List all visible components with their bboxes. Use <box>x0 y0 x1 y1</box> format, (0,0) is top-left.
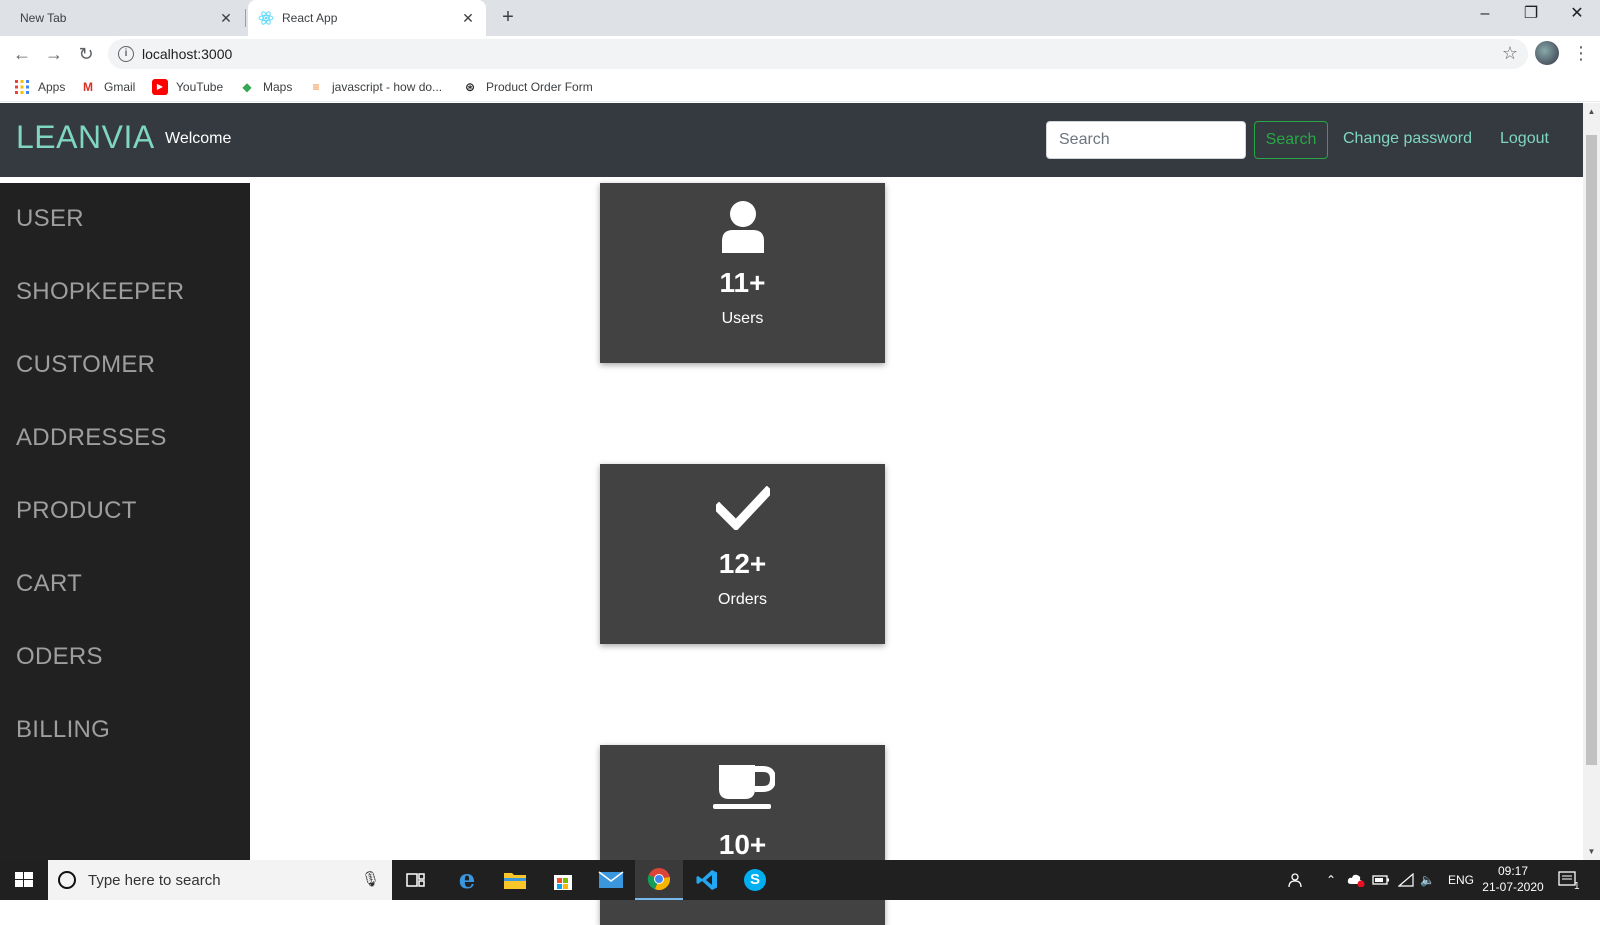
wifi-icon[interactable] <box>1398 860 1414 900</box>
sidebar-item-addresses[interactable]: ADDRESSES <box>16 424 167 452</box>
windows-logo-icon <box>15 872 33 887</box>
app-navbar: LEANVIA Welcome Search Change password L… <box>0 103 1583 177</box>
orders-label: Orders <box>718 591 767 608</box>
bookmark-label: Gmail <box>104 80 136 94</box>
volume-icon[interactable]: 🔈 <box>1420 860 1435 900</box>
youtube-icon: ▶ <box>152 79 168 95</box>
bookmark-label: javascript - how do... <box>332 80 443 94</box>
users-card[interactable]: 11+ Users <box>600 183 885 363</box>
sidebar-item-customer[interactable]: CUSTOMER <box>16 351 155 379</box>
tab-title: New Tab <box>20 11 67 25</box>
user-icon <box>600 201 885 253</box>
search-button[interactable]: Search <box>1254 121 1328 159</box>
close-tab-icon[interactable]: ✕ <box>460 10 476 26</box>
sidebar: USER SHOPKEEPER CUSTOMER ADDRESSES PRODU… <box>0 183 250 860</box>
battery-icon[interactable] <box>1372 860 1390 900</box>
browser-tab-strip: New Tab ✕ React App ✕ + – ❐ ✕ <box>0 0 1600 36</box>
sidebar-item-product[interactable]: PRODUCT <box>16 497 137 525</box>
people-icon[interactable] <box>1288 860 1304 900</box>
bookmark-label: Product Order Form <box>486 80 593 94</box>
browser-toolbar: ← → ↻ i localhost:3000 ☆ ⋮ <box>0 36 1600 72</box>
search-input[interactable] <box>1046 121 1246 159</box>
users-count: 11+ <box>719 267 766 298</box>
maps-icon: ◆ <box>242 80 252 94</box>
skype-icon[interactable]: S <box>731 860 779 900</box>
mail-icon[interactable] <box>587 860 635 900</box>
logout-link[interactable]: Logout <box>1500 130 1549 148</box>
show-hidden-icons-chevron-icon[interactable]: ⌃ <box>1326 860 1336 900</box>
edge-icon[interactable]: e <box>443 860 491 900</box>
profile-avatar[interactable] <box>1535 41 1559 65</box>
vscode-icon[interactable] <box>683 860 731 900</box>
bookmark-label: Maps <box>263 80 293 94</box>
scrollbar-thumb[interactable] <box>1586 135 1597 765</box>
page-scrollbar[interactable]: ▲ ▼ <box>1583 103 1600 860</box>
scroll-up-icon[interactable]: ▲ <box>1583 103 1600 120</box>
notification-count: 1 <box>1574 880 1580 892</box>
cloud-error-icon[interactable] <box>1347 860 1365 900</box>
bookmark-maps[interactable]: ◆ Maps <box>239 76 292 98</box>
forward-arrow-icon[interactable]: → <box>42 42 66 66</box>
checkmark-icon <box>600 482 885 534</box>
bookmark-label: Apps <box>38 80 66 94</box>
coffee-cup-icon <box>600 763 885 815</box>
minimize-icon[interactable]: – <box>1462 0 1508 30</box>
sidebar-item-user[interactable]: USER <box>16 205 84 233</box>
reload-icon[interactable]: ↻ <box>74 42 98 66</box>
sidebar-item-shopkeeper[interactable]: SHOPKEEPER <box>16 278 184 306</box>
restore-icon[interactable]: ❐ <box>1508 0 1554 30</box>
bookmark-javascript[interactable]: ≡ javascript - how do... <box>308 76 442 98</box>
url-text[interactable]: localhost:3000 <box>142 46 232 62</box>
browser-menu-icon[interactable]: ⋮ <box>1572 41 1590 65</box>
site-info-icon[interactable]: i <box>118 46 134 62</box>
form-icon: ⊛ <box>464 80 476 94</box>
orders-card[interactable]: 12+ Orders <box>600 464 885 644</box>
windows-start-button[interactable] <box>0 860 48 900</box>
tab-react-app[interactable]: React App ✕ <box>248 0 486 36</box>
language-indicator[interactable]: ENG <box>1448 860 1474 900</box>
microphone-icon[interactable]: 🎙 <box>361 870 380 888</box>
bookmarks-bar: Apps M Gmail ▶ YouTube ◆ Maps ≡ javascri… <box>0 72 1600 102</box>
store-icon[interactable] <box>539 860 587 900</box>
bookmark-gmail[interactable]: M Gmail <box>80 76 135 98</box>
react-logo-icon <box>258 11 274 25</box>
orders-count: 12+ <box>718 548 767 579</box>
bookmark-star-icon[interactable]: ☆ <box>1502 43 1518 64</box>
sidebar-item-cart[interactable]: CART <box>16 570 82 598</box>
taskbar-search-placeholder: Type here to search <box>88 872 221 889</box>
brand-logo[interactable]: LEANVIA <box>16 119 155 156</box>
close-window-icon[interactable]: ✕ <box>1554 0 1600 30</box>
close-tab-icon[interactable]: ✕ <box>218 10 234 26</box>
stackoverflow-icon: ≡ <box>312 80 320 94</box>
products-count: 10+ <box>718 829 767 860</box>
change-password-link[interactable]: Change password <box>1343 130 1472 148</box>
taskbar-clock[interactable]: 09:17 21-07-2020 <box>1478 863 1548 895</box>
task-view-icon[interactable] <box>392 860 440 900</box>
apps-grid-icon <box>15 80 29 94</box>
address-bar[interactable]: i localhost:3000 ☆ <box>108 39 1528 69</box>
sidebar-item-oders[interactable]: ODERS <box>16 643 103 671</box>
gmail-icon: M <box>83 80 93 94</box>
notification-center-icon[interactable]: 1 <box>1558 860 1580 900</box>
tab-title: React App <box>282 11 338 25</box>
cortana-icon <box>58 871 76 889</box>
users-label: Users <box>721 310 764 327</box>
new-tab-button[interactable]: + <box>496 6 520 30</box>
bookmark-apps[interactable]: Apps <box>14 76 65 98</box>
tab-divider <box>245 9 246 27</box>
taskbar-search-box[interactable]: Type here to search 🎙 <box>48 860 392 900</box>
windows-taskbar: Type here to search 🎙 e S ⌃ 🔈 ENG 09:17 … <box>0 860 1600 900</box>
sidebar-item-billing[interactable]: BILLING <box>16 716 110 744</box>
tab-new-tab[interactable]: New Tab ✕ <box>0 0 244 36</box>
back-arrow-icon[interactable]: ← <box>10 42 34 66</box>
chrome-icon[interactable] <box>635 860 683 900</box>
scroll-down-icon[interactable]: ▼ <box>1583 843 1600 860</box>
file-explorer-icon[interactable] <box>491 860 539 900</box>
clock-date: 21-07-2020 <box>1482 880 1544 894</box>
welcome-link[interactable]: Welcome <box>165 130 231 148</box>
clock-time: 09:17 <box>1497 864 1529 878</box>
bookmark-label: YouTube <box>176 80 224 94</box>
bookmark-product-order-form[interactable]: ⊛ Product Order Form <box>462 76 593 98</box>
bookmark-youtube[interactable]: ▶ YouTube <box>152 76 223 98</box>
